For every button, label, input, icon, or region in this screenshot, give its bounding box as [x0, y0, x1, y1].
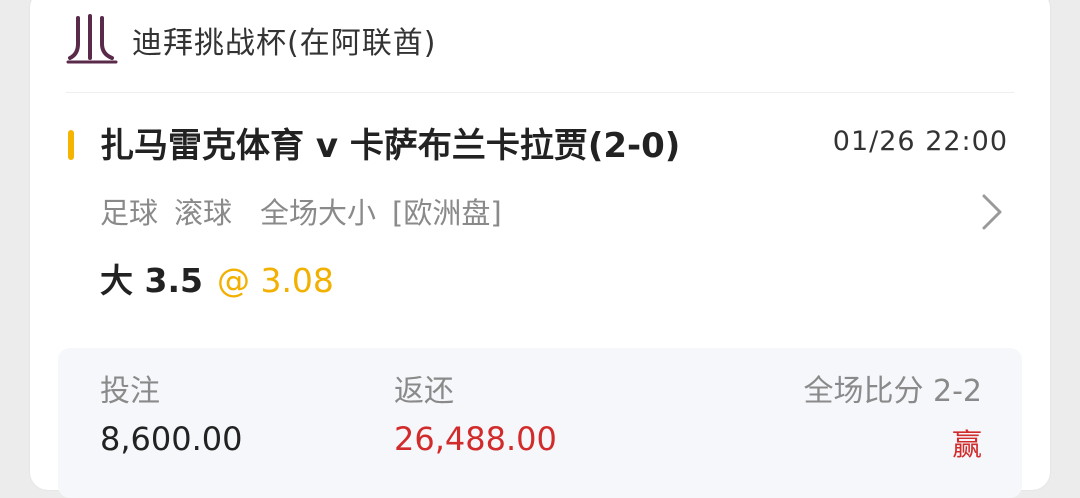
match-time: 01/26 22:00: [832, 126, 1008, 157]
return-label: 返还: [394, 374, 454, 409]
bet-meta: 足球 滚球 全场大小 [欧洲盘]: [100, 190, 502, 232]
stake-label: 投注: [100, 374, 160, 409]
match-title: 扎马雷克体育 v 卡萨布兰卡拉贾(2-0): [100, 126, 681, 166]
return-value: 26,488.00: [394, 420, 557, 458]
sport-label: 足球: [100, 196, 159, 230]
stake-value: 8,600.00: [100, 420, 243, 458]
bet-summary: 投注 8,600.00 返还 26,488.00 全场比分 2-2 赢: [58, 348, 1022, 498]
odds-type-label: [欧洲盘]: [392, 196, 502, 230]
stake-column: 投注 8,600.00: [100, 366, 243, 458]
bet-selection: 大 3.5 @ 3.08: [100, 254, 334, 302]
score-column: 全场比分 2-2 赢: [803, 366, 982, 464]
league-name: 迪拜挑战杯(在阿联酋): [132, 26, 437, 61]
league-logo-icon: [66, 14, 118, 64]
chevron-right-icon[interactable]: [980, 192, 1004, 232]
score-label: 全场比分 2-2: [803, 374, 982, 409]
bet-odds: @ 3.08: [216, 261, 334, 300]
market-label: 全场大小: [260, 196, 377, 230]
return-column: 返还 26,488.00: [394, 366, 557, 458]
mode-label: 滚球: [174, 196, 233, 230]
header-divider: [66, 92, 1014, 93]
bet-pick: 大 3.5: [100, 261, 203, 300]
league-header: 迪拜挑战杯(在阿联酋): [66, 10, 436, 70]
result-badge: 赢: [952, 428, 982, 463]
bet-record-card[interactable]: 迪拜挑战杯(在阿联酋) 扎马雷克体育 v 卡萨布兰卡拉贾(2-0) 01/26 …: [30, 0, 1050, 498]
accent-bar: [68, 130, 74, 160]
